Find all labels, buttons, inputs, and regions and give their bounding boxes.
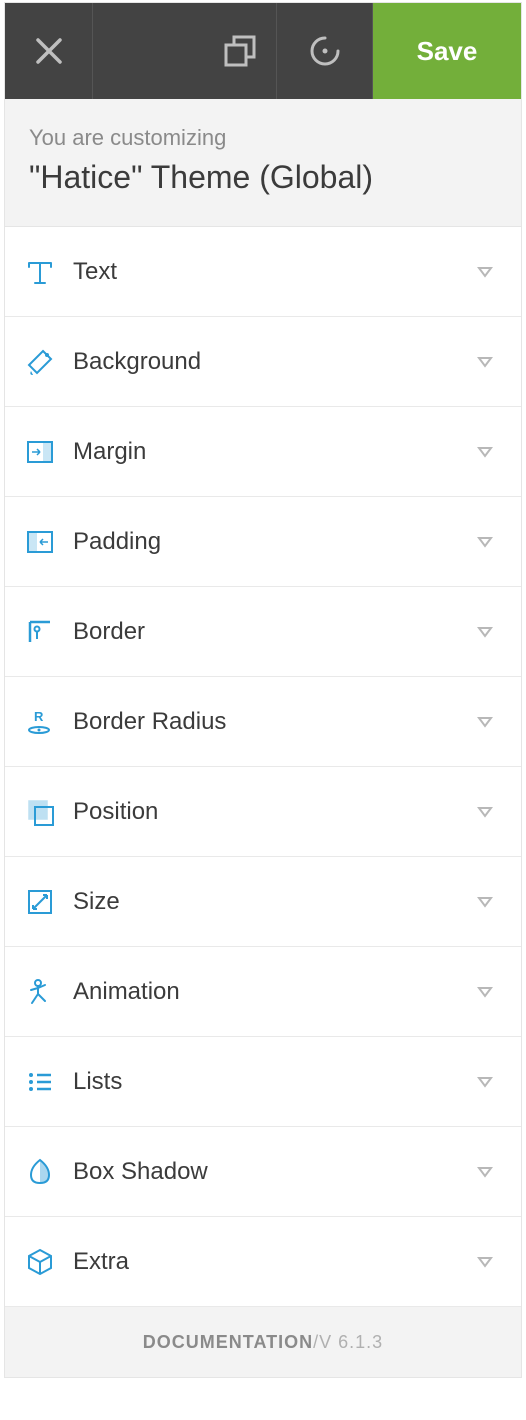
text-icon (25, 257, 73, 287)
chevron-down-icon (469, 356, 501, 368)
section-label: Background (73, 348, 469, 376)
revert-icon (308, 34, 342, 68)
section-padding[interactable]: Padding (5, 497, 521, 587)
revert-button[interactable] (277, 3, 373, 99)
close-button[interactable] (5, 3, 93, 99)
section-position[interactable]: Position (5, 767, 521, 857)
documentation-link[interactable]: DOCUMENTATION (143, 1332, 313, 1353)
header-subtitle: You are customizing (29, 125, 497, 151)
footer: DOCUMENTATION / V 6.1.3 (5, 1307, 521, 1377)
border-radius-icon: R (25, 707, 73, 737)
section-label: Position (73, 798, 469, 826)
save-button[interactable]: Save (373, 3, 521, 99)
chevron-down-icon (469, 1166, 501, 1178)
chevron-down-icon (469, 986, 501, 998)
section-label: Extra (73, 1248, 469, 1276)
header-title: "Hatice" Theme (Global) (29, 159, 497, 196)
copy-button[interactable] (93, 3, 277, 99)
chevron-down-icon (469, 626, 501, 638)
sections-list: Text Background Margin (5, 227, 521, 1307)
section-label: Size (73, 888, 469, 916)
lists-icon (25, 1067, 73, 1097)
section-label: Text (73, 258, 469, 286)
section-lists[interactable]: Lists (5, 1037, 521, 1127)
chevron-down-icon (469, 1076, 501, 1088)
section-margin[interactable]: Margin (5, 407, 521, 497)
border-icon (25, 617, 73, 647)
section-size[interactable]: Size (5, 857, 521, 947)
chevron-down-icon (469, 1256, 501, 1268)
section-background[interactable]: Background (5, 317, 521, 407)
section-label: Animation (73, 978, 469, 1006)
chevron-down-icon (469, 446, 501, 458)
version-label: V 6.1.3 (319, 1332, 383, 1353)
section-extra[interactable]: Extra (5, 1217, 521, 1307)
box-shadow-icon (25, 1157, 73, 1187)
close-icon (34, 36, 64, 66)
size-icon (25, 887, 73, 917)
position-icon (25, 797, 73, 827)
copy-icon (222, 33, 258, 69)
section-label: Padding (73, 528, 469, 556)
chevron-down-icon (469, 896, 501, 908)
section-label: Lists (73, 1068, 469, 1096)
customizer-panel: Save You are customizing "Hatice" Theme … (4, 2, 522, 1378)
padding-icon (25, 527, 73, 557)
section-border-radius[interactable]: R Border Radius (5, 677, 521, 767)
section-label: Margin (73, 438, 469, 466)
chevron-down-icon (469, 716, 501, 728)
chevron-down-icon (469, 266, 501, 278)
toolbar: Save (5, 3, 521, 99)
section-label: Border (73, 618, 469, 646)
header: You are customizing "Hatice" Theme (Glob… (5, 99, 521, 227)
section-text[interactable]: Text (5, 227, 521, 317)
save-button-label: Save (417, 36, 478, 67)
section-label: Box Shadow (73, 1158, 469, 1186)
section-label: Border Radius (73, 708, 469, 736)
chevron-down-icon (469, 536, 501, 548)
section-animation[interactable]: Animation (5, 947, 521, 1037)
animation-icon (25, 977, 73, 1007)
margin-icon (25, 437, 73, 467)
section-border[interactable]: Border (5, 587, 521, 677)
section-box-shadow[interactable]: Box Shadow (5, 1127, 521, 1217)
chevron-down-icon (469, 806, 501, 818)
svg-text:R: R (34, 709, 44, 724)
background-icon (25, 347, 73, 377)
extra-icon (25, 1247, 73, 1277)
